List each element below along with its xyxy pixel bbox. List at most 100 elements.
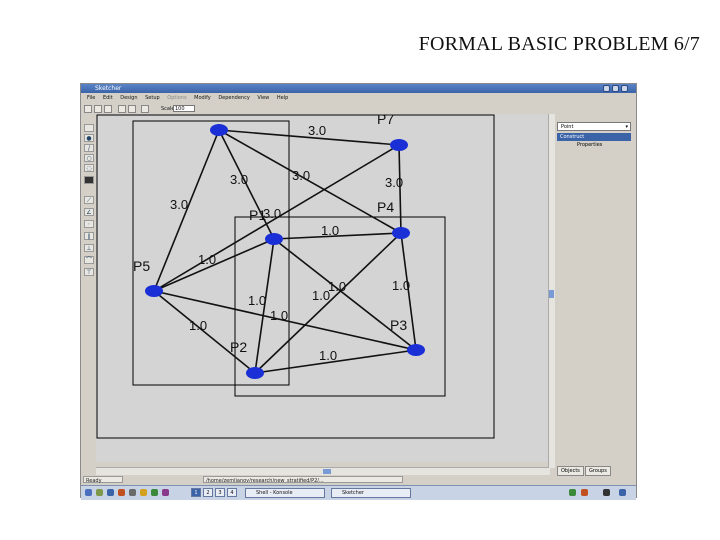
cluster-outer-box (96, 114, 495, 439)
fix-constraint-icon[interactable]: ⊤ (84, 268, 94, 276)
menu-view[interactable]: View (257, 94, 269, 103)
taskbar: 1 2 3 4 Shell - Konsole Sketcher (81, 485, 636, 500)
node-label-p2: P2 (230, 339, 247, 355)
right-panel: Point ▾ Construct Properties (555, 120, 633, 470)
node-label-p1: P1 (249, 207, 266, 223)
maximize-button[interactable] (612, 85, 619, 92)
incidence-constraint-icon[interactable]: ⋅ (84, 220, 94, 228)
start-menu-icon[interactable] (85, 489, 92, 496)
taskbar-app-sketcher[interactable]: Sketcher (331, 488, 411, 498)
graph-node-p2[interactable] (246, 367, 264, 379)
desktop-1[interactable]: 1 (191, 488, 201, 497)
graph-node-p4[interactable] (392, 227, 410, 239)
taskbar-app-konsole[interactable]: Shell - Konsole (245, 488, 325, 498)
close-button[interactable] (621, 85, 628, 92)
tray-icon[interactable] (569, 489, 576, 496)
graph-drawing: 3.0 3.0 3.0 3.0 3.0 3.0 1.0 1.0 1.0 1.0 … (96, 111, 495, 439)
edge-label: 1.0 (248, 293, 266, 308)
launcher-icon[interactable] (96, 489, 103, 496)
panel-item-properties[interactable]: Properties (557, 141, 631, 149)
edge-label: 3.0 (230, 172, 248, 187)
distance-constraint-icon[interactable]: ⟋ (84, 196, 94, 204)
window-title: Sketcher (95, 85, 122, 92)
edge-label: 1.0 (328, 279, 346, 294)
launcher-icon[interactable] (162, 489, 169, 496)
menu-edit[interactable]: Edit (103, 94, 113, 103)
edge-label: 1.0 (189, 318, 207, 333)
select-tool-icon[interactable] (84, 124, 94, 132)
status-path: /home/zemlianoy/research/new_stratified/… (203, 476, 403, 483)
edge-label: 1.0 (198, 252, 216, 267)
menubar: File Edit Design Setup Options Modify De… (81, 94, 636, 103)
zoom-icon[interactable] (141, 105, 149, 113)
menu-setup[interactable]: Setup (145, 94, 160, 103)
tray-icon[interactable] (619, 489, 626, 496)
angle-constraint-icon[interactable]: ∠ (84, 208, 94, 216)
cluster-right-box (234, 216, 446, 397)
desktop-3[interactable]: 3 (215, 488, 225, 497)
edge-label: 1.0 (270, 308, 288, 323)
menu-help[interactable]: Help (277, 94, 288, 103)
object-type-select[interactable]: Point ▾ (557, 122, 631, 131)
application-screenshot: Sketcher File Edit Design Setup Options … (80, 83, 637, 500)
panel-item-construct[interactable]: Construct (557, 133, 631, 141)
node-label-p3: P3 (390, 317, 407, 333)
circle-tool-icon[interactable]: ○ (84, 154, 94, 162)
graph-node-p1[interactable] (265, 233, 283, 245)
desktop-2[interactable]: 2 (203, 488, 213, 497)
window-titlebar[interactable]: Sketcher (81, 84, 636, 93)
menu-design[interactable]: Design (120, 94, 137, 103)
fill-tool-icon[interactable] (84, 176, 94, 184)
horizontal-scrollbar[interactable] (96, 467, 550, 475)
status-ready: Ready (83, 476, 123, 484)
edge-label: 3.0 (385, 175, 403, 190)
edge-label: 3.0 (308, 123, 326, 138)
open-file-icon[interactable] (94, 105, 102, 113)
parallel-constraint-icon[interactable]: ∥ (84, 232, 94, 240)
graph-node-p7[interactable] (390, 139, 408, 151)
scroll-thumb[interactable] (549, 290, 554, 298)
undo-icon[interactable] (128, 105, 136, 113)
edge-label: 1.0 (321, 223, 339, 238)
drawing-canvas[interactable]: 3.0 3.0 3.0 3.0 3.0 3.0 1.0 1.0 1.0 1.0 … (96, 111, 548, 462)
point-tool-icon[interactable]: ● (84, 134, 94, 142)
graph-node[interactable] (210, 124, 228, 136)
launcher-icon[interactable] (129, 489, 136, 496)
save-file-icon[interactable] (104, 105, 112, 113)
menu-dependency[interactable]: Dependency (218, 94, 249, 103)
minimize-button[interactable] (603, 85, 610, 92)
edge-label: 1.0 (312, 288, 330, 303)
desktop-4[interactable]: 4 (227, 488, 237, 497)
scroll-thumb[interactable] (323, 469, 331, 474)
menu-options[interactable]: Options (167, 94, 186, 103)
tray-icon[interactable] (581, 489, 588, 496)
edge-label: 3.0 (292, 168, 310, 183)
node-label-p4: P4 (377, 199, 394, 215)
edge-label: 1.0 (392, 278, 410, 293)
arc-tool-icon[interactable]: ◌ (84, 164, 94, 172)
vertical-scrollbar[interactable] (548, 114, 555, 468)
statusbar: Ready /home/zemlianoy/research/new_strat… (81, 475, 636, 484)
line-tool-icon[interactable]: / (84, 144, 94, 152)
launcher-icon[interactable] (140, 489, 147, 496)
chevron-down-icon: ▾ (625, 124, 628, 130)
graph-node-p5[interactable] (145, 285, 163, 297)
launcher-icon[interactable] (118, 489, 125, 496)
edge-label: 3.0 (170, 197, 188, 212)
node-label-p5: P5 (133, 258, 150, 274)
left-tool-palette: ● / ○ ◌ ⟋ ∠ ⋅ ∥ ⊥ ⌒ ⊤ (83, 120, 95, 280)
toolbar: Scale 100 (81, 104, 636, 114)
menu-modify[interactable]: Modify (194, 94, 211, 103)
scale-input[interactable]: 100 (173, 105, 195, 112)
launcher-icon[interactable] (151, 489, 158, 496)
launcher-icon[interactable] (107, 489, 114, 496)
clock-icon (603, 489, 610, 496)
perpendicular-constraint-icon[interactable]: ⊥ (84, 244, 94, 252)
menu-file[interactable]: File (87, 94, 95, 103)
object-type-value: Point (561, 124, 574, 130)
graph-node-p3[interactable] (407, 344, 425, 356)
print-icon[interactable] (118, 105, 126, 113)
tangent-constraint-icon[interactable]: ⌒ (84, 256, 94, 264)
new-file-icon[interactable] (84, 105, 92, 113)
node-label-p7: P7 (377, 114, 394, 127)
